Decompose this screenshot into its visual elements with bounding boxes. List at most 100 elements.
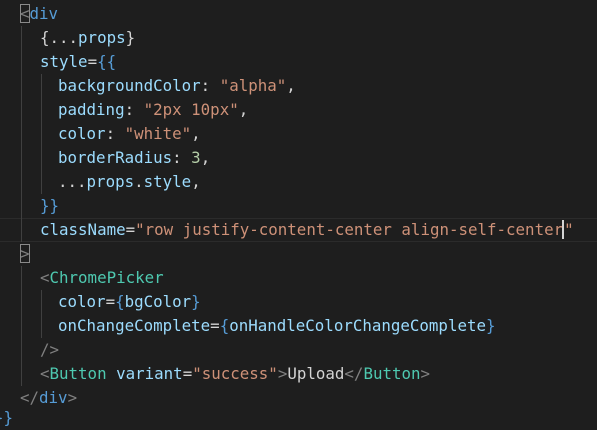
code-token: = xyxy=(210,316,220,335)
code-token: </ xyxy=(344,364,364,383)
code-token: = xyxy=(105,292,116,311)
indent-guide xyxy=(41,98,42,122)
code-token: { xyxy=(219,316,230,335)
indent-guide xyxy=(21,338,22,362)
indent-guide xyxy=(21,26,22,50)
indent-guide xyxy=(41,146,42,170)
code-token: } xyxy=(125,28,136,47)
code-token: : xyxy=(105,124,125,143)
code-token: </ xyxy=(20,388,40,407)
indent-guide xyxy=(41,170,42,194)
indent-guide xyxy=(41,74,42,98)
code-token: borderRadius xyxy=(58,148,173,167)
code-line[interactable]: {...props} xyxy=(0,26,597,50)
code-token: , xyxy=(238,100,249,119)
code-line[interactable]: }} xyxy=(0,194,597,218)
code-token: < xyxy=(20,4,30,23)
indent-guide xyxy=(21,218,22,242)
indent-guide xyxy=(21,170,22,194)
indent-guide xyxy=(21,362,22,386)
code-text: onChangeComplete={onHandleColorChangeCom… xyxy=(58,314,496,338)
code-token: > xyxy=(20,244,30,263)
code-line[interactable]: className="row justify-content-center al… xyxy=(0,218,597,242)
code-token: {... xyxy=(40,28,79,47)
indent-guide xyxy=(41,290,42,314)
code-token: = xyxy=(125,220,136,239)
code-line[interactable]: borderRadius: 3, xyxy=(0,146,597,170)
code-text: }} xyxy=(0,406,13,430)
code-token: = xyxy=(87,52,98,71)
code-token: : xyxy=(172,148,192,167)
code-line[interactable]: style={{ xyxy=(0,50,597,74)
code-token: , xyxy=(191,172,201,191)
code-text: <Button variant="success">Upload</Button… xyxy=(40,362,430,386)
code-token: , xyxy=(286,76,296,95)
code-text: borderRadius: 3, xyxy=(58,146,210,170)
code-token: , xyxy=(200,148,211,167)
code-text: {...props} xyxy=(40,26,135,50)
code-line[interactable]: > xyxy=(0,242,597,266)
code-line[interactable]: onChangeComplete={onHandleColorChangeCom… xyxy=(0,314,597,338)
indent-guide xyxy=(41,122,42,146)
code-token: onHandleColorChangeComplete xyxy=(229,316,486,335)
code-token: "alpha" xyxy=(219,76,287,95)
code-line[interactable]: <div xyxy=(0,2,597,26)
code-token: > xyxy=(277,364,288,383)
code-token: ... xyxy=(58,172,87,191)
code-token: { xyxy=(115,292,125,311)
code-token: }} xyxy=(0,408,14,427)
code-text: }} xyxy=(40,194,59,218)
code-token: "white" xyxy=(124,124,192,143)
code-line[interactable]: padding: "2px 10px", xyxy=(0,98,597,122)
indent-guide xyxy=(21,98,22,122)
code-line[interactable]: ...props.style, xyxy=(0,170,597,194)
code-token: 3 xyxy=(191,148,201,167)
code-token: padding xyxy=(58,100,125,119)
code-token: : xyxy=(200,76,220,95)
indent-guide xyxy=(21,314,22,338)
indent-guide xyxy=(21,146,22,170)
code-token: }} xyxy=(40,196,60,215)
code-token: props xyxy=(78,28,126,47)
code-token: props xyxy=(86,172,135,191)
code-line[interactable]: color={bgColor} xyxy=(0,290,597,314)
code-line[interactable]: }} xyxy=(0,406,597,430)
code-text: style={{ xyxy=(40,50,116,74)
code-token: } xyxy=(191,292,201,311)
code-text: color: "white", xyxy=(58,122,201,146)
code-line[interactable]: <Button variant="success">Upload</Button… xyxy=(0,362,597,386)
code-text: padding: "2px 10px", xyxy=(58,98,248,122)
code-token: className xyxy=(40,220,126,239)
code-line[interactable]: backgroundColor: "alpha", xyxy=(0,74,597,98)
code-line[interactable]: <ChromePicker xyxy=(0,266,597,290)
code-token: {{ xyxy=(97,52,117,71)
code-text: ...props.style, xyxy=(58,170,201,194)
code-token: ChromePicker xyxy=(49,268,164,287)
code-line[interactable]: color: "white", xyxy=(0,122,597,146)
code-editor[interactable]: <div {...props} style={{backgroundColor: "… xyxy=(0,0,597,427)
code-text: color={bgColor} xyxy=(58,290,201,314)
code-token: : xyxy=(124,100,144,119)
code-token: div xyxy=(39,388,68,407)
code-token: "row justify-content-center align-self-c… xyxy=(135,220,564,239)
code-token: < xyxy=(40,268,50,287)
code-line[interactable]: /> xyxy=(0,338,597,362)
code-token: color xyxy=(58,292,106,311)
code-token: > xyxy=(67,388,78,407)
indent-guide xyxy=(21,194,22,218)
code-token: } xyxy=(486,316,496,335)
code-token: div xyxy=(29,4,59,23)
code-token: Button xyxy=(363,364,421,383)
code-token: /> xyxy=(40,340,60,359)
indent-guide xyxy=(21,74,22,98)
code-token: = xyxy=(182,364,193,383)
indent-guide xyxy=(21,290,22,314)
code-token: " xyxy=(564,220,574,239)
code-token: < xyxy=(40,364,50,383)
code-token: Button xyxy=(49,364,107,383)
code-token: onChangeComplete xyxy=(58,316,211,335)
code-text: <ChromePicker xyxy=(40,266,164,290)
code-text: className="row justify-content-center al… xyxy=(40,218,574,242)
code-token: variant xyxy=(116,364,183,383)
